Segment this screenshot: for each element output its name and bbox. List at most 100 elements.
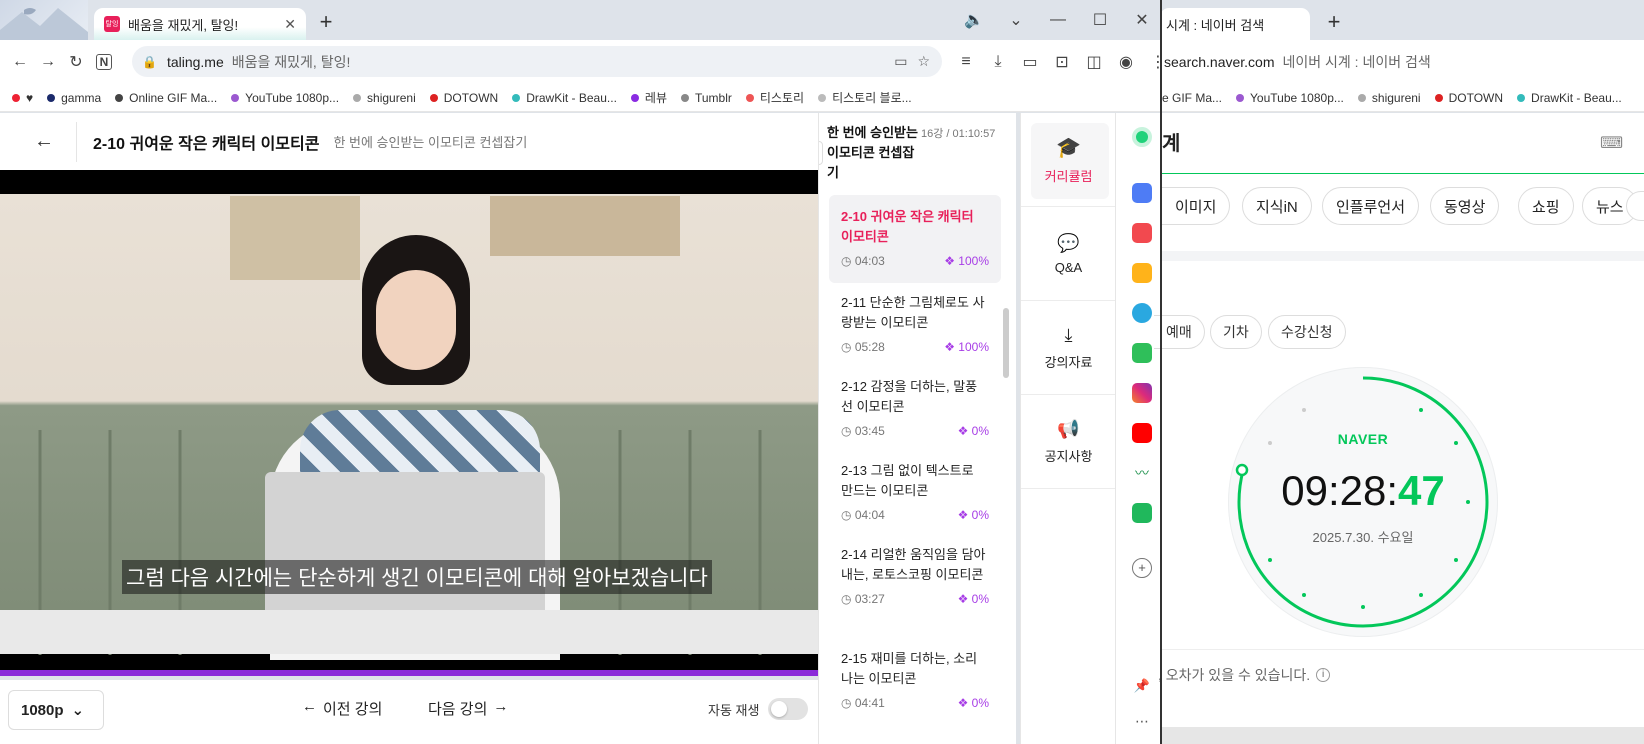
clock-icon: ◷ 04:04 xyxy=(841,508,885,522)
shopping-bag-icon[interactable] xyxy=(1132,503,1152,523)
bookmark-gif[interactable]: Online GIF Ma... xyxy=(115,91,217,105)
tab-title: 배움을 재밌게, 탈잉! xyxy=(128,17,239,33)
playlist-item[interactable]: 2-14 리얼한 움직임을 담아내는, 로토스코핑 이모티콘 ◷ 03:27 ❖ … xyxy=(829,533,1001,621)
bookmark-gif[interactable]: e GIF Ma... xyxy=(1162,91,1222,105)
close-icon[interactable]: ✕ xyxy=(284,16,296,33)
chip-enrollment[interactable]: 수강신청 xyxy=(1268,315,1346,349)
autoplay-toggle[interactable] xyxy=(768,698,808,720)
collapse-chevron-icon[interactable]: › xyxy=(819,141,823,165)
tab-shopping[interactable]: 쇼핑 xyxy=(1518,187,1574,225)
maximize-icon[interactable]: ☐ xyxy=(1086,6,1114,34)
bookmark-tumblr[interactable]: Tumblr xyxy=(681,91,732,105)
next-lecture-button[interactable]: 다음 강의 → xyxy=(428,698,508,719)
bookmark-tistory-blog[interactable]: 티스토리 블로... xyxy=(818,89,912,106)
bookmark-shigureni[interactable]: shigureni xyxy=(353,91,416,105)
download-icon[interactable]: ⤓ xyxy=(984,48,1012,76)
more-icon[interactable]: ⋯ xyxy=(1132,713,1152,733)
speaker-icon[interactable]: 🔈 xyxy=(960,6,988,34)
url-title: 배움을 재밌게, 탈잉! xyxy=(231,53,351,70)
naver-page: 계 ⌨ 이미지 지식iN 인플루언서 동영상 쇼핑 뉴스 예매 기차 수강신청 … xyxy=(1154,113,1644,744)
add-icon[interactable]: + xyxy=(1132,558,1152,578)
back-icon[interactable]: ← xyxy=(6,48,34,76)
playlist-item-title: 2-13 그림 없이 텍스트로 만드는 이모티콘 xyxy=(841,463,974,498)
playlist-item[interactable]: 2-10 귀여운 작은 캐릭터 이모티콘 ◷ 04:03 ❖ 100% xyxy=(829,195,1001,283)
new-tab-button[interactable]: + xyxy=(1320,10,1348,34)
close-window-icon[interactable]: ✕ xyxy=(1128,6,1156,34)
horizontal-scrollbar[interactable] xyxy=(1162,727,1644,744)
new-tab-button[interactable]: + xyxy=(312,10,340,34)
outlook-icon[interactable] xyxy=(1132,303,1152,323)
lecture-controls: 1080p ⌄ ← 이전 강의 다음 강의 → 자동 재생 xyxy=(0,680,818,744)
video-icon[interactable]: ▭ xyxy=(1016,48,1044,76)
tab-kin[interactable]: 지식iN xyxy=(1242,187,1312,225)
keyboard-icon[interactable]: ⌨ xyxy=(1600,133,1623,153)
video-progress-bar[interactable] xyxy=(0,670,818,676)
tab-image[interactable]: 이미지 xyxy=(1162,187,1231,225)
course-summary: 16강 / 01:10:57 xyxy=(921,128,996,140)
bookmark-youtube[interactable]: YouTube 1080p... xyxy=(231,91,339,105)
window-controls: 🔈 ⌄ — ☐ ✕ xyxy=(960,6,1156,34)
course-title: 한 번에 승인받는 이모티콘 컨셉잡기 xyxy=(827,125,918,180)
tab-naver[interactable]: 시계 : 네이버 검색 xyxy=(1160,8,1310,40)
menu-qna[interactable]: 💬 Q&A xyxy=(1021,207,1116,301)
cast-icon[interactable]: ▭ xyxy=(894,53,907,70)
menu-notice[interactable]: 📢 공지사항 xyxy=(1021,395,1116,489)
star-icon[interactable]: ☆ xyxy=(917,53,930,70)
star-app-icon[interactable] xyxy=(1132,263,1152,283)
clock-date: 2025.7.30. 수요일 xyxy=(1312,530,1414,545)
reload-icon[interactable]: ↻ xyxy=(62,48,90,76)
pin-icon[interactable]: 📌 xyxy=(1132,678,1152,698)
forward-icon[interactable]: → xyxy=(34,48,62,76)
bookmark-heart[interactable]: ♥ xyxy=(12,91,33,105)
wall-picture xyxy=(490,196,680,256)
playlist-item[interactable]: 2-11 단순한 그림체로도 사랑받는 이모티콘 ◷ 05:28 ❖ 100% xyxy=(829,281,1001,369)
bookmark-tistory[interactable]: 티스토리 xyxy=(745,89,804,106)
tab-video[interactable]: 동영상 xyxy=(1430,187,1500,225)
bookmark-gamma[interactable]: gamma xyxy=(47,91,101,105)
stocks-icon[interactable]: 〰 xyxy=(1132,463,1152,483)
youtube-icon[interactable] xyxy=(1132,423,1152,443)
playlist-item[interactable]: 2-15 재미를 더하는, 소리 나는 이모티콘 ◷ 04:41 ❖ 0% xyxy=(829,637,1001,725)
tab-influencer[interactable]: 인플루언서 xyxy=(1322,187,1420,225)
progress-badge: ❖ 0% xyxy=(957,424,989,438)
video-player[interactable]: 그럼 다음 시간에는 단순하게 생긴 이모티콘에 대해 알아보겠습니다 xyxy=(0,170,818,676)
split-view-icon[interactable]: ◫ xyxy=(1080,48,1108,76)
screenshot-icon[interactable]: ⊡ xyxy=(1048,48,1076,76)
bookmark-drawkit[interactable]: DrawKit - Beau... xyxy=(1517,91,1622,105)
webtoon-icon[interactable] xyxy=(1132,343,1152,363)
instagram-icon[interactable] xyxy=(1132,383,1152,403)
pocket-icon[interactable] xyxy=(1132,223,1152,243)
bookmark-shigureni[interactable]: shigureni xyxy=(1357,91,1421,105)
prev-lecture-button[interactable]: ← 이전 강의 xyxy=(302,698,382,719)
chip-train[interactable]: 기차 xyxy=(1210,315,1262,349)
info-icon[interactable]: i xyxy=(1316,668,1331,682)
menu-label: Q&A xyxy=(1054,259,1083,275)
reading-list-icon[interactable]: ≡ xyxy=(952,48,980,76)
playlist-item[interactable]: 2-12 감정을 더하는, 말풍선 이모티콘 ◷ 03:45 ❖ 0% xyxy=(829,365,1001,453)
bookmark-drawkit[interactable]: DrawKit - Beau... xyxy=(512,91,617,105)
url-title: 네이버 시계 : 네이버 검색 xyxy=(1282,54,1431,70)
bookmark-dotown[interactable]: DOTOWN xyxy=(429,91,498,105)
bookmark-dotown[interactable]: DOTOWN xyxy=(1434,91,1503,105)
menu-materials[interactable]: ⤓ 강의자료 xyxy=(1021,301,1116,395)
address-bar[interactable]: 🔒 taling.me 배움을 재밌게, 탈잉! ▭ ☆ xyxy=(132,46,942,77)
playlist-item-title: 2-10 귀여운 작은 캐릭터 이모티콘 xyxy=(841,209,974,244)
playlist-item[interactable]: 2-13 그림 없이 텍스트로 만드는 이모티콘 ◷ 04:04 ❖ 0% xyxy=(829,449,1001,537)
playlist-scrollbar[interactable] xyxy=(1003,308,1009,378)
menu-curriculum[interactable]: 🎓 커리큘럼 xyxy=(1021,113,1116,207)
tab-taling[interactable]: 탈잉 배움을 재밌게, 탈잉! ✕ xyxy=(94,8,306,40)
chat-bubble-icon: 💬 xyxy=(1057,232,1080,253)
progress-badge: ❖ 100% xyxy=(944,254,989,268)
profile-icon[interactable]: ◉ xyxy=(1112,48,1140,76)
tools-icon[interactable] xyxy=(1132,183,1152,203)
back-arrow-icon[interactable]: ← xyxy=(34,130,56,153)
bookmark-revu[interactable]: 레뷰 xyxy=(630,89,667,106)
clock-icon: ◷ 04:03 xyxy=(841,254,885,268)
chevron-down-icon[interactable]: ⌄ xyxy=(1002,6,1030,34)
naver-logo: NAVER xyxy=(1337,431,1389,447)
quality-select[interactable]: 1080p ⌄ xyxy=(8,690,104,730)
bookmark-youtube[interactable]: YouTube 1080p... xyxy=(1236,91,1344,105)
naver-n-icon[interactable]: N xyxy=(96,54,112,70)
minimize-icon[interactable]: — xyxy=(1044,6,1072,34)
copilot-icon[interactable] xyxy=(1132,127,1152,147)
